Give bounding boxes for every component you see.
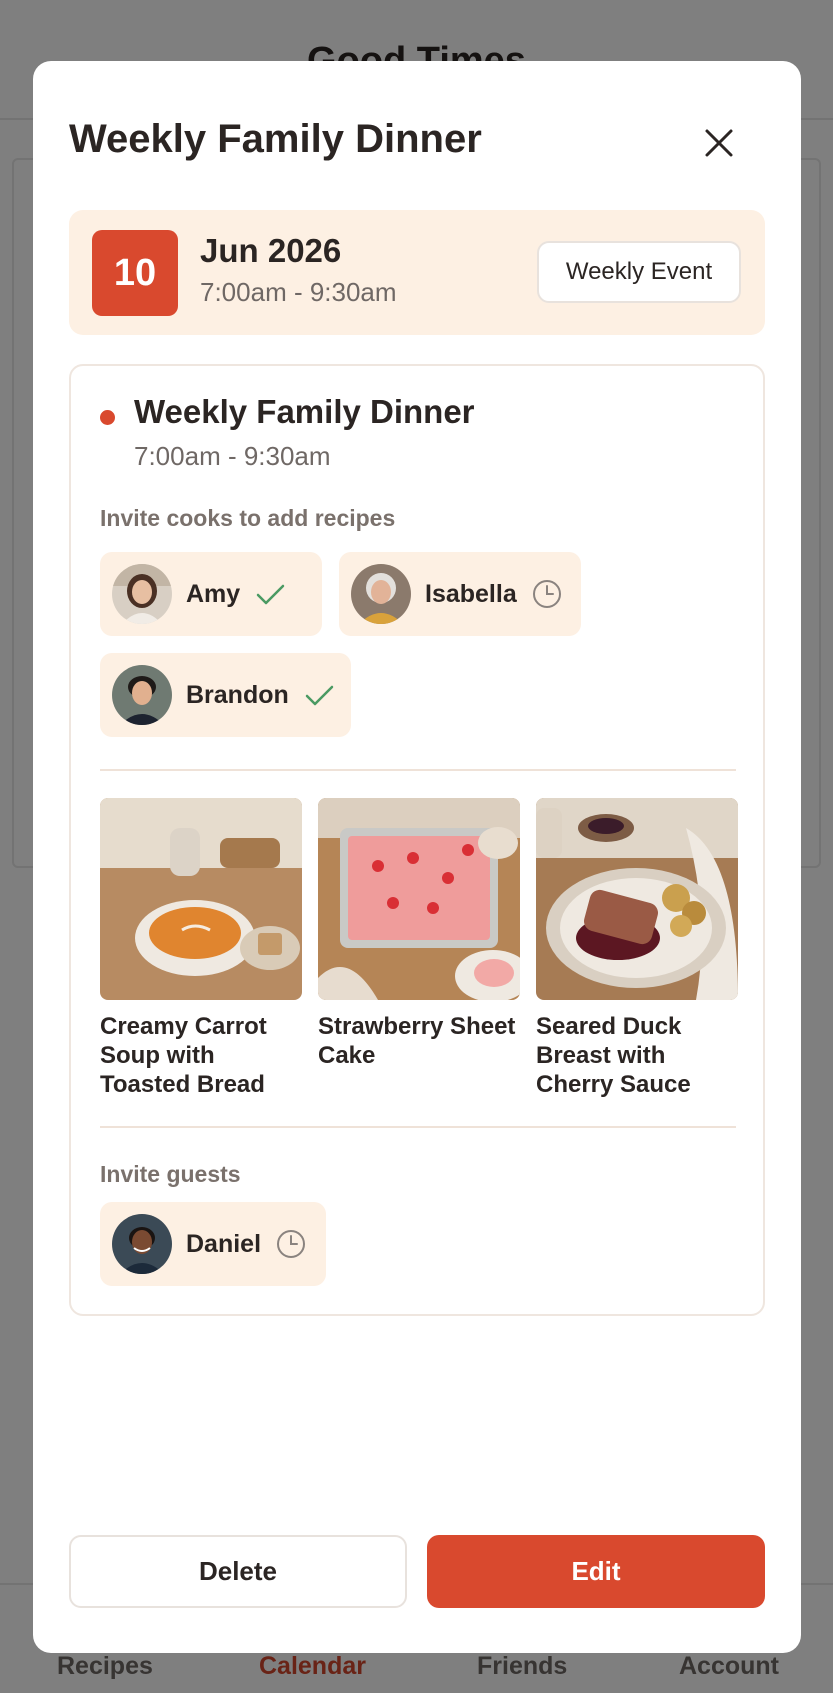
- avatar: [351, 564, 411, 624]
- event-card: Weekly Family Dinner 7:00am - 9:30am Inv…: [69, 364, 765, 1316]
- check-icon: [256, 584, 285, 605]
- cook-name: Brandon: [186, 680, 289, 709]
- guest-chip-daniel[interactable]: Daniel: [100, 1202, 326, 1286]
- clock-icon: [277, 1230, 306, 1258]
- month-year: Jun 2026: [200, 232, 342, 269]
- clock-icon: [532, 580, 561, 608]
- close-button[interactable]: [697, 121, 741, 165]
- divider: [100, 1126, 736, 1128]
- recipe-card[interactable]: Creamy Carrot Soup with Toasted Bread: [100, 798, 302, 1099]
- cooks-section-label: Invite cooks to add recipes: [100, 505, 396, 531]
- divider: [100, 769, 736, 771]
- recipe-card[interactable]: Seared Duck Breast with Cherry Sauce: [536, 798, 738, 1099]
- avatar: [112, 564, 172, 624]
- guest-name: Daniel: [186, 1229, 262, 1258]
- cook-chip-amy[interactable]: Amy: [100, 552, 322, 636]
- event-time: 7:00am - 9:30am: [134, 441, 331, 471]
- cook-name: Isabella: [425, 579, 517, 608]
- day-badge: 10: [92, 230, 178, 316]
- cook-chip-isabella[interactable]: Isabella: [339, 552, 581, 636]
- recipe-card[interactable]: Strawberry Sheet Cake: [318, 798, 520, 1070]
- delete-button[interactable]: Delete: [69, 1535, 407, 1608]
- recipe-image: [100, 798, 302, 1000]
- guests-section-label: Invite guests: [100, 1161, 241, 1187]
- banner-time: 7:00am - 9:30am: [200, 277, 397, 307]
- recipe-image: [536, 798, 738, 1000]
- recipe-title: Seared Duck Breast with Cherry Sauce: [536, 1013, 691, 1098]
- close-icon: [705, 129, 733, 157]
- recurrence-badge[interactable]: Weekly Event: [537, 241, 741, 303]
- recipe-title: Creamy Carrot Soup with Toasted Bread: [100, 1013, 267, 1098]
- edit-button[interactable]: Edit: [427, 1535, 765, 1608]
- cook-chip-brandon[interactable]: Brandon: [100, 653, 351, 737]
- check-icon: [305, 685, 334, 706]
- avatar: [112, 1214, 172, 1274]
- date-banner: 10 Jun 2026 7:00am - 9:30am Weekly Event: [69, 210, 765, 335]
- avatar: [112, 665, 172, 725]
- event-detail-modal: Weekly Family Dinner 10 Jun 2026 7:00am …: [33, 61, 801, 1653]
- event-color-dot: [100, 410, 115, 425]
- modal-title: Weekly Family Dinner: [69, 117, 482, 161]
- recipe-title: Strawberry Sheet Cake: [318, 1013, 516, 1069]
- recipe-image: [318, 798, 520, 1000]
- event-name: Weekly Family Dinner: [134, 393, 475, 430]
- cook-name: Amy: [186, 579, 241, 608]
